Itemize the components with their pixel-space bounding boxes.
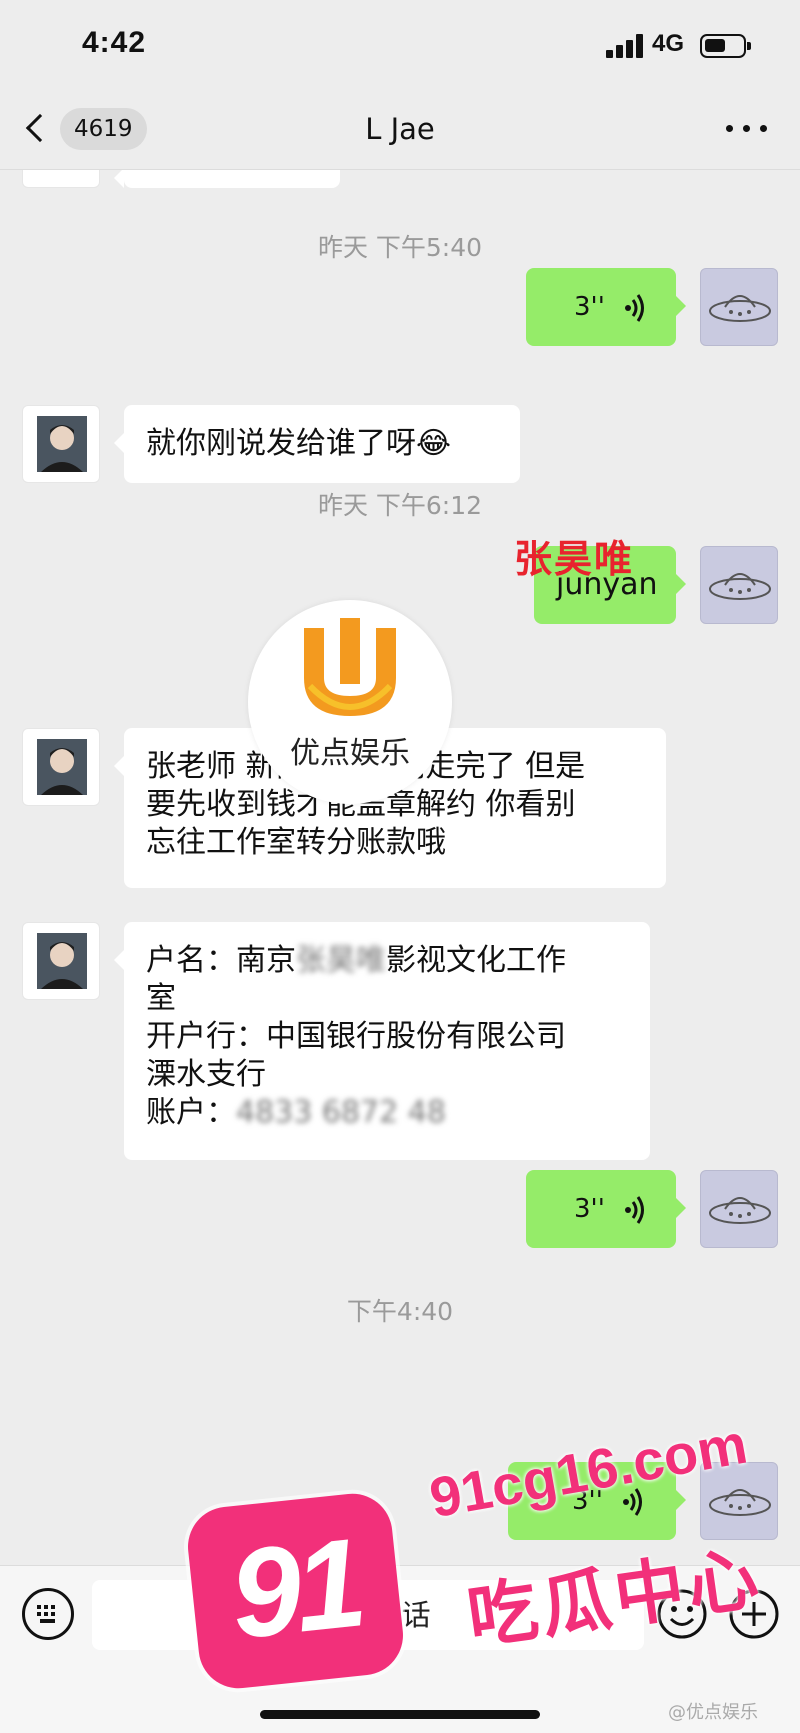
voice-wave-icon xyxy=(625,1196,644,1224)
my-avatar-ufo[interactable] xyxy=(700,546,778,624)
contact-avatar[interactable] xyxy=(22,728,100,806)
u-logo-icon xyxy=(304,618,396,716)
watermark-91-number: 91 xyxy=(224,1511,367,1666)
person-photo xyxy=(37,416,87,472)
ufo-icon xyxy=(709,573,771,600)
chat-header: 4619 L Jae xyxy=(0,92,800,170)
message-line: 账户：4833 6872 48 xyxy=(146,1094,628,1132)
youdian-logo: 优点娱乐 xyxy=(248,600,452,804)
text-message-bubble[interactable]: 就你刚说发给谁了呀😂 xyxy=(114,405,520,483)
battery-icon xyxy=(700,34,751,58)
bank-info-message-bubble[interactable]: 户名：南京张昊唯影视文化工作 室 开户行：中国银行股份有限公司 溧水支行 账户：… xyxy=(114,922,650,1160)
partial-avatar xyxy=(22,170,100,188)
timestamp: 昨天 下午6:12 xyxy=(317,491,483,520)
timestamp: 昨天 下午5:40 xyxy=(317,233,483,262)
chat-message-list[interactable]: 昨天 下午5:40 3'' 就你刚说发给谁了呀😂 昨天 下午6:12 junya… xyxy=(0,170,800,1565)
message-line: 开户行：中国银行股份有限公司 xyxy=(146,1019,566,1054)
my-avatar-ufo[interactable] xyxy=(700,1170,778,1248)
chat-title: L Jae xyxy=(365,112,435,146)
blurred-account-number: 4833 6872 48 xyxy=(236,1095,446,1130)
weibo-credit: @优点娱乐 xyxy=(668,1702,758,1723)
voice-message-bubble[interactable]: 3'' xyxy=(526,1170,686,1248)
message-line: 溧水支行 xyxy=(146,1057,266,1092)
timestamp: 下午4:40 xyxy=(346,1297,454,1326)
person-photo xyxy=(37,933,87,989)
more-options-icon[interactable] xyxy=(726,125,770,137)
red-name-annotation: 张昊唯 xyxy=(514,537,635,581)
ufo-icon xyxy=(709,295,771,322)
status-time: 4:42 xyxy=(82,26,147,59)
network-type: 4G xyxy=(652,30,685,57)
ufo-icon xyxy=(709,1197,771,1224)
voice-wave-icon xyxy=(625,294,644,322)
contact-avatar[interactable] xyxy=(22,922,100,1000)
my-avatar-ufo[interactable] xyxy=(700,268,778,346)
status-bar: 4:42 4G xyxy=(0,0,800,92)
watermark-91-badge: 91 xyxy=(184,1489,407,1693)
person-photo xyxy=(37,739,87,795)
voice-duration: 3'' xyxy=(574,292,605,322)
partial-message-bubble xyxy=(114,170,340,188)
signal-icon xyxy=(606,34,648,58)
account-label: 账户： xyxy=(146,1095,236,1130)
message-line: 忘往工作室转分账款哦 xyxy=(146,825,446,860)
home-indicator xyxy=(260,1710,540,1719)
message-text: 就你刚说发给谁了呀😂 xyxy=(146,426,452,461)
blurred-name: 张昊唯 xyxy=(296,943,386,978)
message-line: 室 xyxy=(146,981,176,1016)
voice-duration: 3'' xyxy=(574,1194,605,1224)
voice-message-bubble[interactable]: 3'' xyxy=(526,268,686,346)
keyboard-icon[interactable] xyxy=(22,1588,74,1640)
message-line: 户名：南京张昊唯影视文化工作 xyxy=(146,943,566,978)
logo-text: 优点娱乐 xyxy=(290,736,410,771)
contact-avatar[interactable] xyxy=(22,405,100,483)
